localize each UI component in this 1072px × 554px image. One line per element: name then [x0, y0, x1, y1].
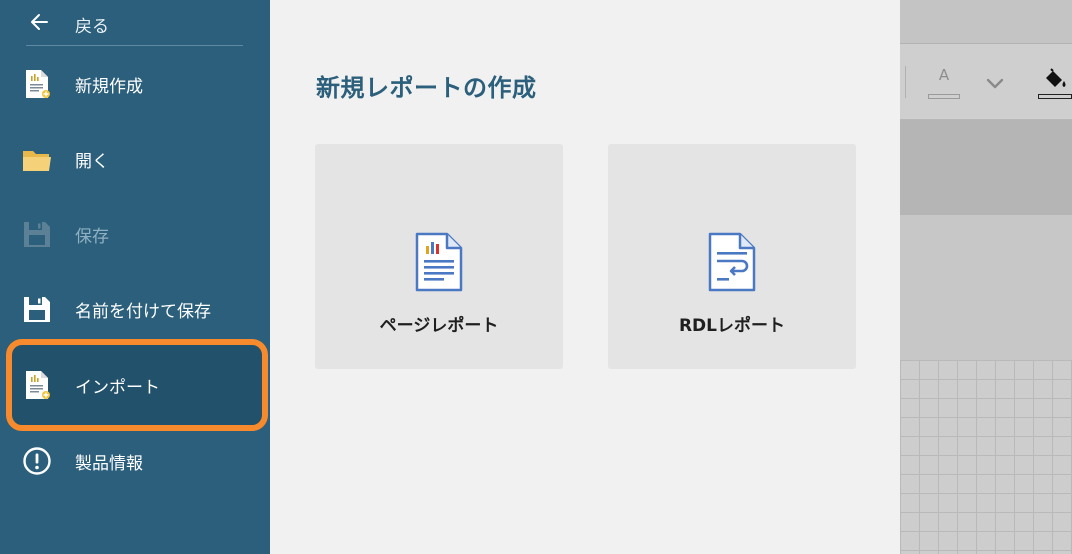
back-button[interactable]: 戻る [0, 0, 270, 46]
divider [26, 45, 243, 46]
page-report-icon [415, 232, 463, 292]
chevron-down-icon[interactable] [984, 72, 1006, 94]
sidebar-item-save: 保存 [0, 204, 270, 264]
paint-bucket-icon [1046, 68, 1066, 87]
new-report-panel: 新規レポートの作成 ページレポート RDLレポート [270, 0, 900, 554]
back-label: 戻る [75, 17, 109, 37]
sidebar-item-about[interactable]: 製品情報 [0, 431, 270, 491]
fill-color-swatch [1038, 94, 1072, 99]
rdl-report-card[interactable]: RDLレポート [608, 144, 856, 369]
floppy-disk-icon [24, 222, 50, 247]
font-color-swatch [928, 94, 960, 99]
import-document-icon [26, 371, 50, 399]
arrow-left-icon [31, 14, 48, 30]
card-label: RDLレポート [678, 316, 786, 336]
info-circle-icon [23, 447, 51, 475]
backstage-sidebar: 戻る 新規作成 開く 保存 名前を付けて保存 インポート 製品情報 [0, 0, 270, 554]
font-color-button[interactable]: A [926, 66, 962, 102]
toolbar-separator [905, 66, 906, 98]
editor-ruler-area [900, 120, 1072, 215]
sidebar-item-new[interactable]: 新規作成 [0, 54, 270, 114]
folder-icon [23, 151, 51, 171]
fill-color-button[interactable] [1038, 66, 1072, 102]
sidebar-item-label: 新規作成 [75, 77, 143, 97]
design-surface-grid [900, 360, 1072, 554]
sidebar-item-label: 製品情報 [75, 454, 143, 474]
page-title: 新規レポートの作成 [316, 74, 537, 102]
sidebar-item-label: 開く [75, 152, 109, 172]
sidebar-item-open[interactable]: 開く [0, 129, 270, 189]
new-document-icon [26, 70, 50, 98]
report-editor-background: A [900, 0, 1072, 554]
sidebar-item-import[interactable]: インポート [12, 345, 262, 425]
card-label: ページレポート [379, 316, 499, 336]
font-color-icon: A [938, 66, 950, 84]
editor-top-bar [900, 0, 1072, 44]
sidebar-item-label: インポート [75, 378, 160, 398]
sidebar-item-label: 名前を付けて保存 [75, 302, 211, 322]
sidebar-item-save-as[interactable]: 名前を付けて保存 [0, 279, 270, 339]
sidebar-item-label: 保存 [75, 227, 109, 247]
rdl-report-icon [708, 232, 756, 292]
page-report-card[interactable]: ページレポート [315, 144, 563, 369]
floppy-disk-icon [24, 297, 50, 322]
